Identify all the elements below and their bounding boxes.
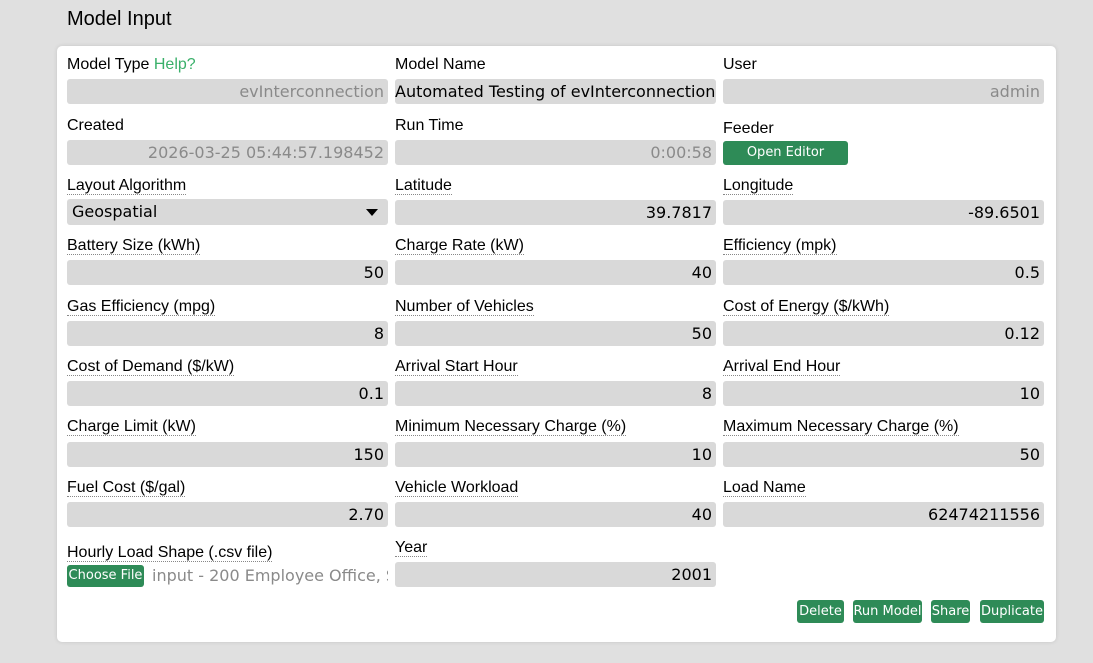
run-time-input[interactable]: 0:00:58 xyxy=(395,140,716,165)
cost-of-energy-label: Cost of Energy ($/kWh) xyxy=(723,298,890,316)
open-editor-button[interactable]: Open Editor xyxy=(723,141,848,165)
min-necessary-charge-input[interactable]: 10 xyxy=(395,442,716,467)
year-input[interactable]: 2001 xyxy=(395,562,716,587)
created-label: Created xyxy=(67,117,124,134)
vehicle-workload-input[interactable]: 40 xyxy=(395,502,716,527)
load-shape-label: Hourly Load Shape (.csv file) xyxy=(67,544,273,562)
charge-limit-label: Charge Limit (kW) xyxy=(67,418,196,436)
number-of-vehicles-label: Number of Vehicles xyxy=(395,298,534,316)
efficiency-label: Efficiency (mpk) xyxy=(723,237,837,255)
number-of-vehicles-input[interactable]: 50 xyxy=(395,321,716,346)
layout-algorithm-select[interactable]: Geospatial xyxy=(67,199,388,225)
gas-efficiency-label: Gas Efficiency (mpg) xyxy=(67,298,216,316)
charge-rate-label: Charge Rate (kW) xyxy=(395,237,524,255)
user-label: User xyxy=(723,56,757,73)
arrival-end-hour-input[interactable]: 10 xyxy=(723,381,1044,406)
cost-of-demand-input[interactable]: 0.1 xyxy=(67,381,388,406)
arrival-start-hour-label: Arrival Start Hour xyxy=(395,358,518,376)
longitude-label: Longitude xyxy=(723,177,794,195)
load-name-label: Load Name xyxy=(723,479,806,497)
model-type-label: Model Type xyxy=(67,56,150,73)
feeder-label: Feeder xyxy=(723,120,774,137)
cost-of-energy-input[interactable]: 0.12 xyxy=(723,321,1044,346)
gas-efficiency-input[interactable]: 8 xyxy=(67,321,388,346)
vehicle-workload-label: Vehicle Workload xyxy=(395,479,519,497)
battery-size-input[interactable]: 50 xyxy=(67,260,388,285)
load-name-input[interactable]: 62474211556 xyxy=(723,502,1044,527)
longitude-input[interactable]: -89.6501 xyxy=(723,200,1044,225)
year-label: Year xyxy=(395,539,428,557)
run-model-button[interactable]: Run Model xyxy=(853,600,922,623)
layout-algorithm-label: Layout Algorithm xyxy=(67,177,187,195)
help-link[interactable]: Help? xyxy=(154,56,196,73)
max-necessary-charge-label: Maximum Necessary Charge (%) xyxy=(723,418,959,436)
fuel-cost-label: Fuel Cost ($/gal) xyxy=(67,479,186,497)
chevron-down-icon xyxy=(366,209,378,216)
duplicate-button[interactable]: Duplicate xyxy=(980,600,1044,623)
battery-size-label: Battery Size (kWh) xyxy=(67,237,201,255)
arrival-end-hour-label: Arrival End Hour xyxy=(723,358,841,376)
model-type-input[interactable]: evInterconnection xyxy=(67,79,388,104)
charge-rate-input[interactable]: 40 xyxy=(395,260,716,285)
run-time-label: Run Time xyxy=(395,117,464,134)
efficiency-input[interactable]: 0.5 xyxy=(723,260,1044,285)
max-necessary-charge-input[interactable]: 50 xyxy=(723,442,1044,467)
latitude-label: Latitude xyxy=(395,177,452,195)
cost-of-demand-label: Cost of Demand ($/kW) xyxy=(67,358,235,376)
choose-file-button[interactable]: Choose File xyxy=(67,565,144,587)
user-input[interactable]: admin xyxy=(723,79,1044,104)
selected-file-name: input - 200 Employee Office, Spr xyxy=(152,566,388,585)
arrival-start-hour-input[interactable]: 8 xyxy=(395,381,716,406)
page-title: Model Input xyxy=(67,8,172,30)
fuel-cost-input[interactable]: 2.70 xyxy=(67,502,388,527)
file-picker: Choose File input - 200 Employee Office,… xyxy=(67,565,388,587)
model-name-label: Model Name xyxy=(395,56,486,73)
share-button[interactable]: Share xyxy=(931,600,970,623)
min-necessary-charge-label: Minimum Necessary Charge (%) xyxy=(395,418,627,436)
model-name-input[interactable]: Automated Testing of evInterconnection xyxy=(395,79,716,104)
created-input[interactable]: 2026-03-25 05:44:57.198452 xyxy=(67,140,388,165)
charge-limit-input[interactable]: 150 xyxy=(67,442,388,467)
layout-algorithm-value: Geospatial xyxy=(72,202,158,221)
delete-button[interactable]: Delete xyxy=(797,600,844,623)
latitude-input[interactable]: 39.7817 xyxy=(395,200,716,225)
model-input-form: Model Type Help? evInterconnection Model… xyxy=(57,46,1056,642)
